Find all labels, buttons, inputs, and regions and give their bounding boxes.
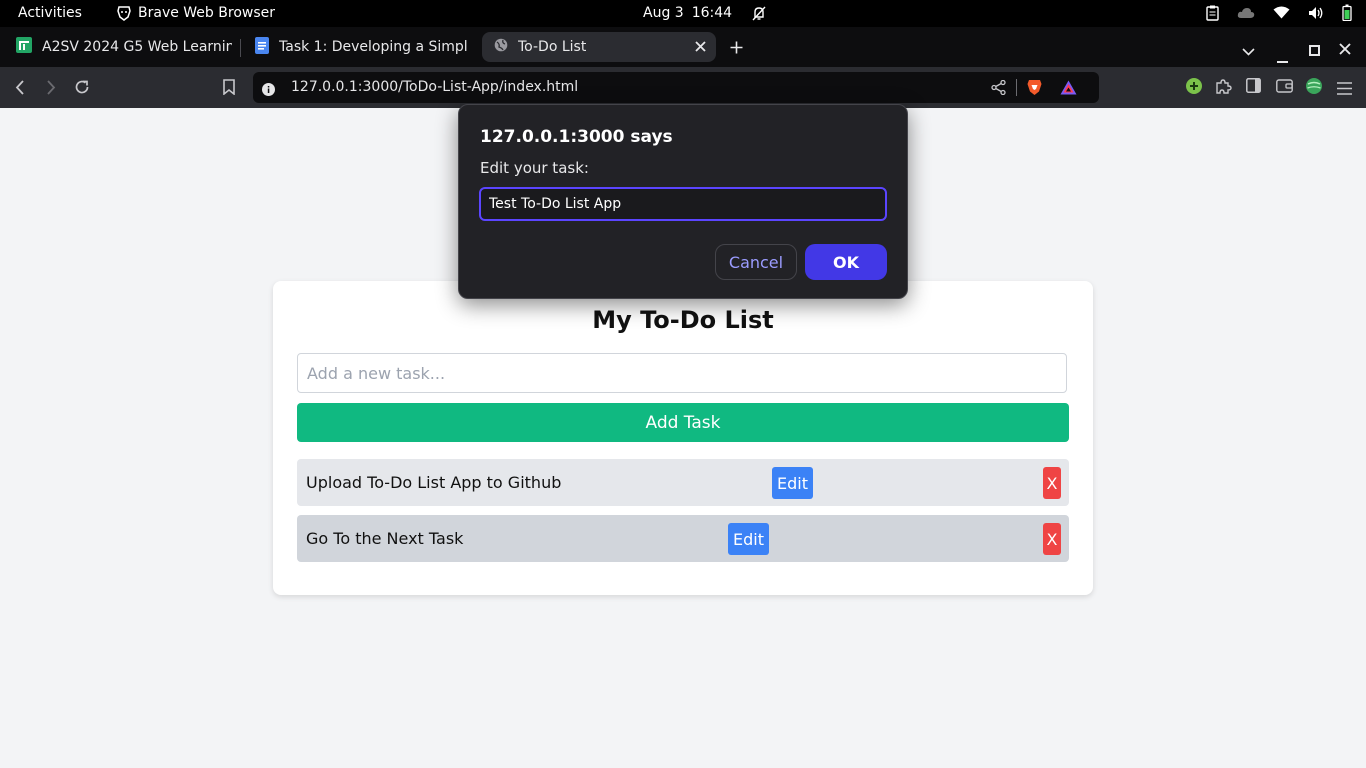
tab-search-chevron-icon[interactable] [1242, 41, 1255, 60]
tab-title: Task 1: Developing a Simple [279, 39, 467, 55]
url-host: 127.0.0.1 [291, 79, 358, 95]
brave-lion-icon [117, 5, 131, 21]
extensions-puzzle-icon[interactable] [1215, 78, 1232, 99]
app-menu[interactable]: Brave Web Browser [117, 5, 275, 21]
tab-a2sv-sheet[interactable]: A2SV 2024 G5 Web Learning [10, 32, 232, 62]
time-label: 16:44 [691, 5, 733, 21]
volume-icon[interactable] [1308, 6, 1324, 20]
edit-task-input[interactable] [479, 187, 887, 221]
tab-title: A2SV 2024 G5 Web Learning [42, 39, 232, 55]
task-text: Go To the Next Task [306, 529, 464, 548]
cancel-button[interactable]: Cancel [715, 244, 797, 280]
clipboard-icon[interactable] [1206, 5, 1219, 21]
activities-button[interactable]: Activities [18, 5, 82, 21]
notifications-muted-icon [752, 6, 766, 21]
vpn-icon[interactable] [1306, 78, 1322, 98]
dialog-title: 127.0.0.1:3000 says [480, 127, 673, 147]
task-text: Upload To-Do List App to Github [306, 473, 562, 492]
toolbar: 127.0.0.1:3000/ToDo-List-App/index.html [0, 67, 1366, 108]
url-text[interactable]: 127.0.0.1:3000/ToDo-List-App/index.html [291, 79, 578, 95]
task-item: Upload To-Do List App to Github Edit X [297, 459, 1069, 506]
main-menu-icon[interactable] [1337, 80, 1352, 99]
dialog-message: Edit your task: [480, 159, 589, 177]
minimize-icon[interactable] [1277, 49, 1288, 68]
forward-icon[interactable] [46, 80, 56, 99]
sheets-icon [16, 37, 32, 57]
extension-plus-icon[interactable] [1186, 78, 1202, 98]
task-item: Go To the Next Task Edit X [297, 515, 1069, 562]
system-top-bar: Activities Brave Web Browser Aug 3 16:44 [0, 0, 1366, 27]
system-tray[interactable] [1206, 4, 1352, 21]
close-window-icon[interactable] [1339, 40, 1351, 59]
share-icon[interactable] [991, 79, 1006, 99]
back-icon[interactable] [15, 80, 25, 99]
maximize-icon[interactable] [1309, 41, 1320, 60]
url-path: :3000/ToDo-List-App/index.html [357, 79, 579, 95]
brave-shields-icon[interactable] [1027, 79, 1042, 100]
date-label: Aug 3 [643, 5, 684, 21]
wallet-icon[interactable] [1276, 78, 1293, 97]
tab-strip: A2SV 2024 G5 Web Learning Task 1: Develo… [0, 27, 1366, 67]
new-tab-icon[interactable] [730, 39, 743, 58]
tab-title: To-Do List [518, 39, 587, 55]
new-task-input[interactable] [297, 353, 1067, 393]
page-title: My To-Do List [592, 306, 774, 334]
close-tab-icon[interactable] [695, 40, 706, 56]
sidebar-toggle-icon[interactable] [1246, 78, 1261, 97]
edit-task-button[interactable]: Edit [772, 467, 813, 499]
delete-task-button[interactable]: X [1043, 523, 1061, 555]
add-task-button[interactable]: Add Task [297, 403, 1069, 442]
address-bar[interactable]: 127.0.0.1:3000/ToDo-List-App/index.html [253, 72, 1099, 103]
reload-icon[interactable] [74, 79, 90, 99]
docs-icon [255, 36, 269, 58]
ok-button[interactable]: OK [805, 244, 887, 280]
tab-task-doc[interactable]: Task 1: Developing a Simple [249, 32, 467, 62]
bookmark-icon[interactable] [223, 79, 235, 99]
todo-card: My To-Do List Add Task Upload To-Do List… [273, 281, 1093, 595]
wifi-icon[interactable] [1273, 6, 1290, 19]
cloud-icon[interactable] [1237, 7, 1255, 19]
tab-todo-list[interactable]: To-Do List [482, 32, 716, 62]
site-info-icon[interactable] [262, 81, 275, 100]
app-name: Brave Web Browser [138, 5, 275, 21]
clock[interactable]: Aug 3 16:44 [643, 5, 766, 21]
prompt-dialog: 127.0.0.1:3000 says Edit your task: Canc… [458, 104, 908, 299]
delete-task-button[interactable]: X [1043, 467, 1061, 499]
brave-rewards-icon[interactable] [1060, 80, 1077, 99]
edit-task-button[interactable]: Edit [728, 523, 769, 555]
tab-divider [240, 39, 241, 57]
divider [1016, 79, 1017, 96]
globe-icon [494, 38, 508, 56]
battery-icon[interactable] [1342, 4, 1352, 21]
